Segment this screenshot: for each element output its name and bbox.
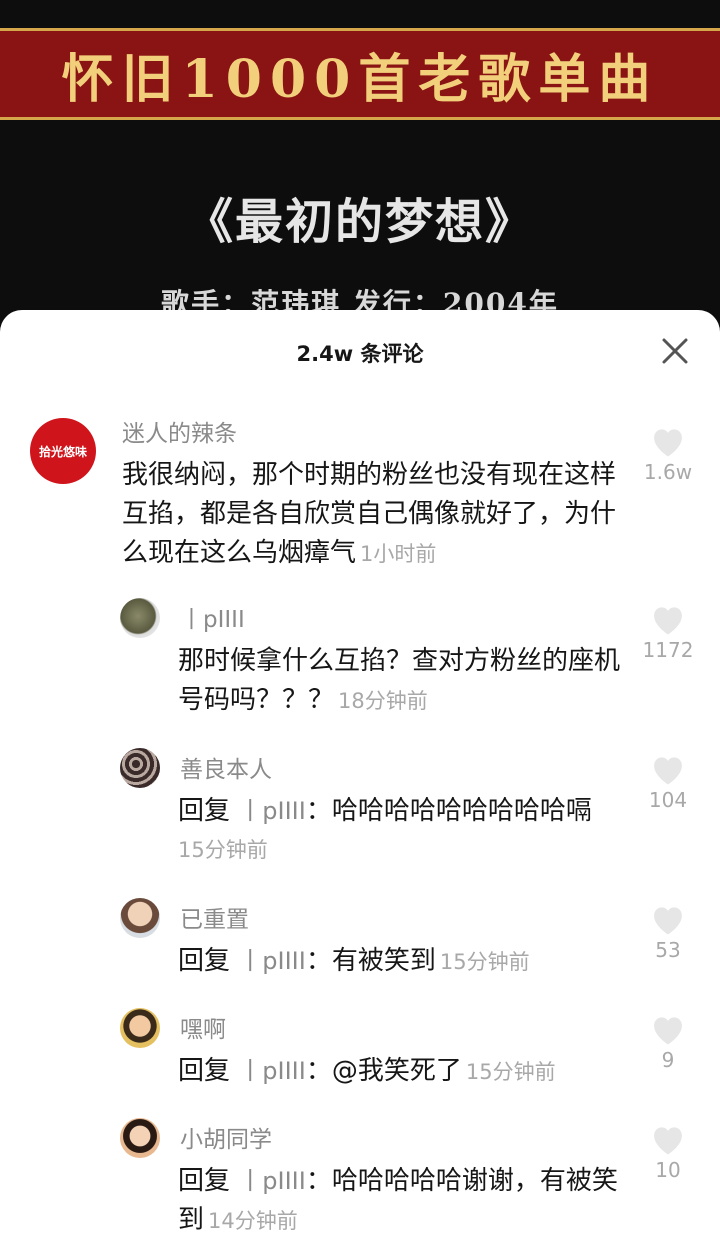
reply-to-user[interactable]: 丨pIIII bbox=[238, 1167, 306, 1195]
avatar[interactable] bbox=[120, 898, 160, 938]
like-button[interactable]: 1.6w bbox=[636, 424, 700, 484]
reply-username[interactable]: 丨pIIII bbox=[180, 600, 245, 634]
reply-time: 14分钟前 bbox=[208, 1209, 298, 1233]
reply-time: 18分钟前 bbox=[338, 689, 428, 713]
like-button[interactable]: 9 bbox=[636, 1012, 700, 1072]
heart-icon bbox=[654, 907, 682, 935]
like-button[interactable]: 104 bbox=[636, 752, 700, 812]
reply-item[interactable]: 已重置 回复 丨pIIII：有被笑到 15分钟前 53 bbox=[0, 894, 720, 994]
song-title: 《最初的梦想》 bbox=[184, 194, 535, 250]
reply-prefix: 回复 bbox=[178, 1166, 231, 1196]
heart-icon bbox=[654, 1127, 682, 1155]
reply-item[interactable]: 嘿啊 回复 丨pIIII：@我笑死了 15分钟前 9 bbox=[0, 1004, 720, 1104]
reply-time: 15分钟前 bbox=[439, 950, 530, 974]
reply-prefix: 回复 bbox=[178, 946, 231, 976]
reply-body: 回复 丨pIIII：哈哈哈哈哈哈哈哈哈嗝 15分钟前 bbox=[178, 792, 648, 870]
avatar[interactable] bbox=[120, 1008, 160, 1048]
reply-text: 有被笑到 bbox=[331, 946, 436, 976]
avatar[interactable]: 拾光悠味 bbox=[30, 418, 96, 484]
reply-body: 回复 丨pIIII：有被笑到 15分钟前 bbox=[178, 942, 648, 982]
like-button[interactable]: 10 bbox=[636, 1122, 700, 1182]
like-count: 1.6w bbox=[643, 460, 693, 484]
comments-sheet: 2.4w 条评论 拾光悠味 迷人的辣条 我很纳闷，那个时期的粉丝也没有现在这样互… bbox=[0, 310, 720, 1248]
comment-time: 1小时前 bbox=[360, 542, 437, 566]
comment-body: 我很纳闷，那个时期的粉丝也没有现在这样互掐，都是各自欣赏自己偶像就好了，为什么现… bbox=[122, 456, 627, 574]
reply-colon: ： bbox=[305, 1056, 332, 1086]
reply-username[interactable]: 小胡同学 bbox=[180, 1120, 272, 1154]
heart-icon bbox=[654, 757, 682, 785]
reply-prefix: 回复 bbox=[178, 1056, 231, 1086]
avatar[interactable] bbox=[120, 1118, 160, 1158]
reply-text: @我笑死了 bbox=[331, 1056, 462, 1086]
like-count: 53 bbox=[655, 938, 681, 962]
sheet-header: 2.4w 条评论 bbox=[0, 310, 720, 390]
reply-body: 那时候拿什么互掐？查对方粉丝的座机号码吗？？？ 18分钟前 bbox=[178, 642, 638, 721]
like-count: 10 bbox=[655, 1158, 681, 1182]
banner-text: 怀旧1000首老歌单曲 bbox=[61, 48, 659, 110]
reply-username[interactable]: 嘿啊 bbox=[180, 1010, 226, 1044]
close-icon[interactable] bbox=[660, 336, 690, 366]
like-button[interactable]: 53 bbox=[636, 902, 700, 962]
reply-to-user[interactable]: 丨pIIII bbox=[238, 797, 306, 825]
reply-colon: ： bbox=[305, 946, 332, 976]
reply-time: 15分钟前 bbox=[465, 1060, 556, 1084]
reply-time: 15分钟前 bbox=[178, 838, 268, 862]
like-count: 9 bbox=[661, 1048, 675, 1072]
like-count: 104 bbox=[648, 788, 688, 812]
reply-text: 哈哈哈哈哈哈哈哈哈嗝 bbox=[331, 796, 592, 826]
reply-colon: ： bbox=[305, 796, 332, 826]
reply-username[interactable]: 善良本人 bbox=[180, 750, 272, 784]
reply-body: 回复 丨pIIII：哈哈哈哈哈谢谢，有被笑到 14分钟前 bbox=[178, 1162, 628, 1241]
like-button[interactable]: 1172 bbox=[636, 602, 700, 662]
reply-prefix: 回复 bbox=[178, 796, 231, 826]
comment-item[interactable]: 拾光悠味 迷人的辣条 我很纳闷，那个时期的粉丝也没有现在这样互掐，都是各自欣赏自… bbox=[0, 406, 720, 576]
reply-to-user[interactable]: 丨pIIII bbox=[238, 947, 306, 975]
heart-icon bbox=[654, 1017, 682, 1045]
reply-item[interactable]: 丨pIIII 那时候拿什么互掐？查对方粉丝的座机号码吗？？？ 18分钟前 1172 bbox=[0, 594, 720, 734]
comment-username[interactable]: 迷人的辣条 bbox=[122, 414, 237, 448]
heart-icon bbox=[654, 607, 682, 635]
reply-colon: ： bbox=[305, 1166, 332, 1196]
video-banner: 怀旧1000首老歌单曲 bbox=[0, 28, 720, 120]
avatar[interactable] bbox=[120, 748, 160, 788]
reply-body: 回复 丨pIIII：@我笑死了 15分钟前 bbox=[178, 1052, 648, 1092]
reply-item[interactable]: 小胡同学 回复 丨pIIII：哈哈哈哈哈谢谢，有被笑到 14分钟前 10 bbox=[0, 1114, 720, 1248]
heart-icon bbox=[654, 429, 682, 457]
reply-item[interactable]: 善良本人 回复 丨pIIII：哈哈哈哈哈哈哈哈哈嗝 15分钟前 104 bbox=[0, 744, 720, 884]
avatar[interactable] bbox=[120, 598, 160, 638]
reply-to-user[interactable]: 丨pIIII bbox=[238, 1057, 306, 1085]
comment-count-title: 2.4w 条评论 bbox=[296, 342, 424, 366]
like-count: 1172 bbox=[642, 638, 694, 662]
avatar-logo-text: 拾光悠味 bbox=[38, 444, 87, 459]
reply-username[interactable]: 已重置 bbox=[180, 900, 249, 934]
video-background: 怀旧1000首老歌单曲 《最初的梦想》 歌手：范玮琪 发行：2004年 bbox=[0, 0, 720, 340]
